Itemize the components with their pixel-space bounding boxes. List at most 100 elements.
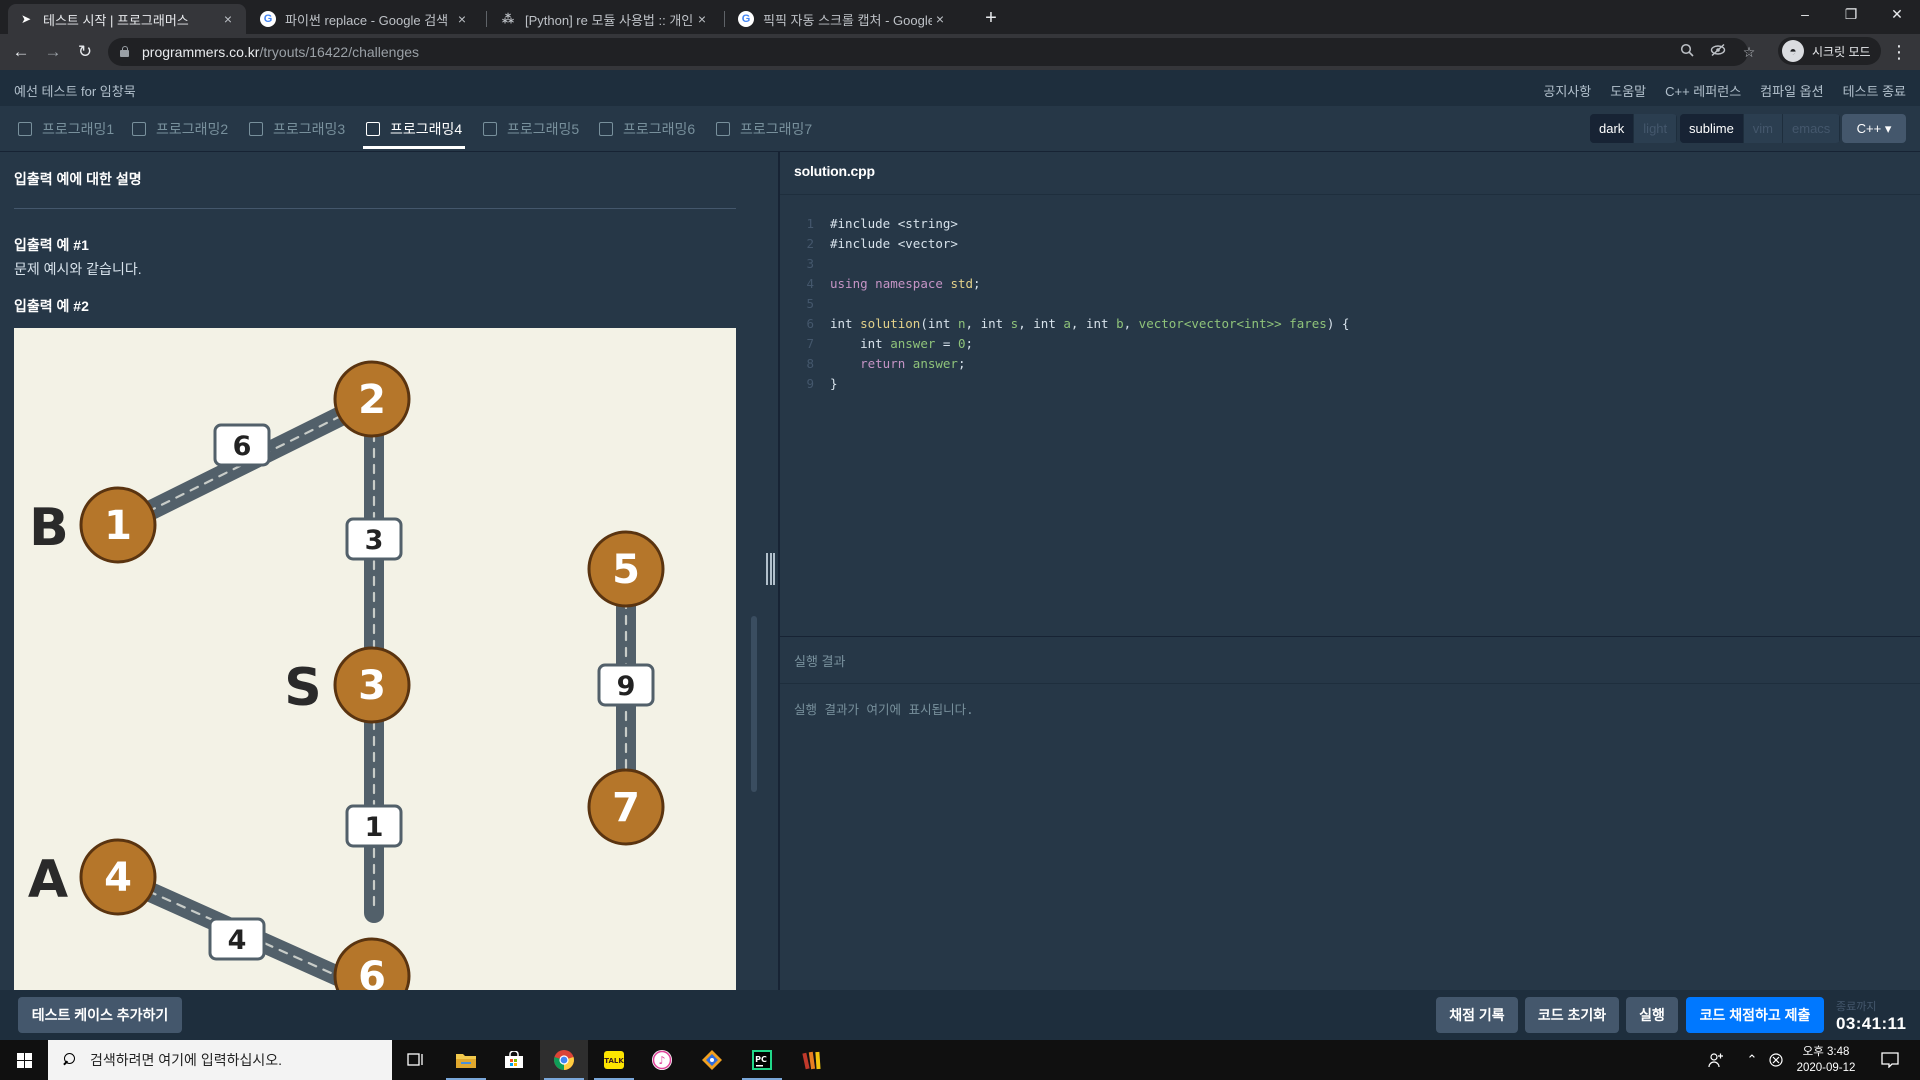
zoom-icon[interactable] xyxy=(1678,43,1696,61)
language-dropdown[interactable]: C++ ▾ xyxy=(1842,114,1906,143)
pycharm-icon[interactable]: PC xyxy=(738,1040,786,1080)
tab-problem-6[interactable]: 프로그래밍6 xyxy=(599,118,695,140)
incognito-label: 시크릿 모드 xyxy=(1812,44,1871,59)
bookmark-star-icon[interactable]: ☆ xyxy=(1740,43,1758,61)
tracking-blocked-eye-icon[interactable] xyxy=(1709,43,1727,61)
history-button[interactable]: 채점 기록 xyxy=(1436,997,1518,1033)
svg-text:♪: ♪ xyxy=(658,1054,665,1067)
node-label: 7 xyxy=(612,785,640,831)
top-menu: 공지사항 도움말 C++ 레퍼런스 컴파일 옵션 테스트 종료 xyxy=(1543,81,1906,100)
notification-center-icon[interactable] xyxy=(1870,1040,1910,1080)
search-icon xyxy=(62,1053,76,1067)
reload-icon[interactable]: ↻ xyxy=(74,41,96,63)
browser-toolbar: ← → ↻ programmers.co.kr/tryouts/16422/ch… xyxy=(0,34,1920,70)
browser-tab-4[interactable]: G 픽픽 자동 스크롤 캡처 - Google × xyxy=(728,4,958,34)
keymap-sublime-button[interactable]: sublime xyxy=(1680,114,1744,143)
active-tab-indicator xyxy=(363,146,465,149)
new-tab-button[interactable]: + xyxy=(978,6,1004,32)
example2-heading: 입출력 예 #2 xyxy=(14,298,89,314)
menu-end-test[interactable]: 테스트 종료 xyxy=(1843,81,1906,100)
problem-tabs: 프로그래밍1 프로그래밍2 프로그래밍3 프로그래밍4 프로그래밍5 프로그래밍… xyxy=(0,106,1920,152)
browser-tab-1[interactable]: ➤ 테스트 시작 | 프로그래머스 × xyxy=(8,4,246,34)
address-bar[interactable]: programmers.co.kr/tryouts/16422/challeng… xyxy=(108,38,1755,66)
add-testcase-button[interactable]: 테스트 케이스 추가하기 xyxy=(18,997,182,1033)
code-line: 1 #include <string> xyxy=(806,216,958,231)
code-editor[interactable]: solution.cpp 1 #include <string> 2 #includ… xyxy=(780,152,1920,636)
checkbox-icon xyxy=(249,122,263,136)
file-explorer-icon[interactable] xyxy=(442,1040,490,1080)
incognito-profile-button[interactable]: ◓ 시크릿 모드 xyxy=(1778,37,1881,65)
code-area[interactable]: 1 #include <string> 2 #include <vector> 3 … xyxy=(780,214,1349,394)
tab-close-icon[interactable]: × xyxy=(932,11,948,27)
submit-button[interactable]: 코드 채점하고 제출 xyxy=(1686,997,1824,1033)
restore-window-icon[interactable]: ❐ xyxy=(1828,0,1874,30)
taskbar-search-box[interactable]: 검색하려면 여기에 입력하십시오. xyxy=(48,1040,392,1080)
svg-text:PC: PC xyxy=(755,1055,767,1064)
tab-close-icon[interactable]: × xyxy=(694,11,710,27)
browser-tab-title: 테스트 시작 | 프로그래머스 xyxy=(43,12,189,28)
run-button[interactable]: 실행 xyxy=(1626,997,1678,1033)
edge-weight: 9 xyxy=(617,671,636,702)
checkbox-icon xyxy=(132,122,146,136)
code-line: 5 xyxy=(806,296,814,311)
browser-tab-strip: ➤ 테스트 시작 | 프로그래머스 × G 파이썬 replace - Goog… xyxy=(0,0,1920,34)
theme-light-button[interactable]: light xyxy=(1634,114,1678,143)
taskbar-clock[interactable]: 오후 3:48 2020-09-12 xyxy=(1780,1044,1872,1076)
code-line: 3 xyxy=(806,256,814,271)
itunes-icon[interactable]: ♪ xyxy=(638,1040,686,1080)
windows-taskbar: 검색하려면 여기에 입력하십시오. TALK ♪ PC ⌃ 오후 3:48 20… xyxy=(0,1040,1920,1080)
chrome-icon[interactable] xyxy=(540,1040,588,1080)
kakaotalk-icon[interactable]: TALK xyxy=(590,1040,638,1080)
tab-problem-4[interactable]: 프로그래밍4 xyxy=(366,118,462,140)
tab-problem-3[interactable]: 프로그래밍3 xyxy=(249,118,345,140)
programmers-favicon-icon: ➤ xyxy=(20,12,32,26)
menu-cpp-reference[interactable]: C++ 레퍼런스 xyxy=(1665,81,1741,100)
browser-tab-3[interactable]: ⁂ [Python] re 모듈 사용법 :: 개인적 × xyxy=(490,4,720,34)
vertical-resize-handle[interactable] xyxy=(766,553,775,585)
tab-problem-2[interactable]: 프로그래밍2 xyxy=(132,118,228,140)
close-window-icon[interactable]: ✕ xyxy=(1874,0,1920,30)
menu-help[interactable]: 도움말 xyxy=(1610,81,1646,100)
start-button[interactable] xyxy=(0,1040,48,1080)
keymap-emacs-button[interactable]: emacs xyxy=(1783,114,1841,143)
keymap-vim-button[interactable]: vim xyxy=(1743,114,1784,143)
node-label: 5 xyxy=(612,547,640,593)
store-icon[interactable] xyxy=(490,1040,538,1080)
checkbox-icon xyxy=(366,122,380,136)
filename: solution.cpp xyxy=(794,163,875,179)
git-app-icon[interactable] xyxy=(688,1040,736,1080)
winrar-books-icon[interactable] xyxy=(788,1040,836,1080)
minimize-window-icon[interactable]: – xyxy=(1782,0,1828,30)
tab-close-icon[interactable]: × xyxy=(454,11,470,27)
menu-notice[interactable]: 공지사항 xyxy=(1543,81,1591,100)
result-heading: 실행 결과 xyxy=(794,654,846,669)
code-line: 4 using namespace std; xyxy=(806,276,981,291)
tab-problem-5[interactable]: 프로그래밍5 xyxy=(483,118,579,140)
edge-weight: 3 xyxy=(365,525,384,556)
action-bar: 테스트 케이스 추가하기 채점 기록 코드 초기화 실행 코드 채점하고 제출 … xyxy=(0,990,1920,1040)
google-favicon-icon: G xyxy=(260,11,276,27)
browser-tab-2[interactable]: G 파이썬 replace - Google 검색 × xyxy=(250,4,480,34)
tab-separator xyxy=(724,11,725,27)
theme-dark-button[interactable]: dark xyxy=(1590,114,1635,143)
description-scrollbar[interactable] xyxy=(751,616,757,792)
reset-code-button[interactable]: 코드 초기화 xyxy=(1525,997,1619,1033)
task-view-icon[interactable] xyxy=(392,1040,440,1080)
tab-problem-7[interactable]: 프로그래밍7 xyxy=(716,118,812,140)
browser-menu-icon[interactable]: ⋮ xyxy=(1890,41,1908,63)
point-label: S xyxy=(284,658,321,718)
windows-logo-icon xyxy=(16,1052,32,1068)
checkbox-icon xyxy=(599,122,613,136)
people-icon[interactable] xyxy=(1702,1040,1730,1080)
code-line: 7 int answer = 0; xyxy=(806,336,974,351)
tab-close-icon[interactable]: × xyxy=(220,11,236,27)
menu-compile-options[interactable]: 컴파일 옵션 xyxy=(1760,81,1823,100)
forward-arrow-icon[interactable]: → xyxy=(42,41,64,63)
test-header: 예선 테스트 for 임창묵 공지사항 도움말 C++ 레퍼런스 컴파일 옵션 … xyxy=(0,70,1920,106)
divider xyxy=(14,208,736,209)
tray-expand-icon[interactable]: ⌃ xyxy=(1740,1040,1764,1080)
url-text: programmers.co.kr/tryouts/16422/challeng… xyxy=(142,44,420,60)
node-label: 3 xyxy=(358,663,386,709)
back-arrow-icon[interactable]: ← xyxy=(10,41,32,63)
tab-problem-1[interactable]: 프로그래밍1 xyxy=(18,118,114,140)
